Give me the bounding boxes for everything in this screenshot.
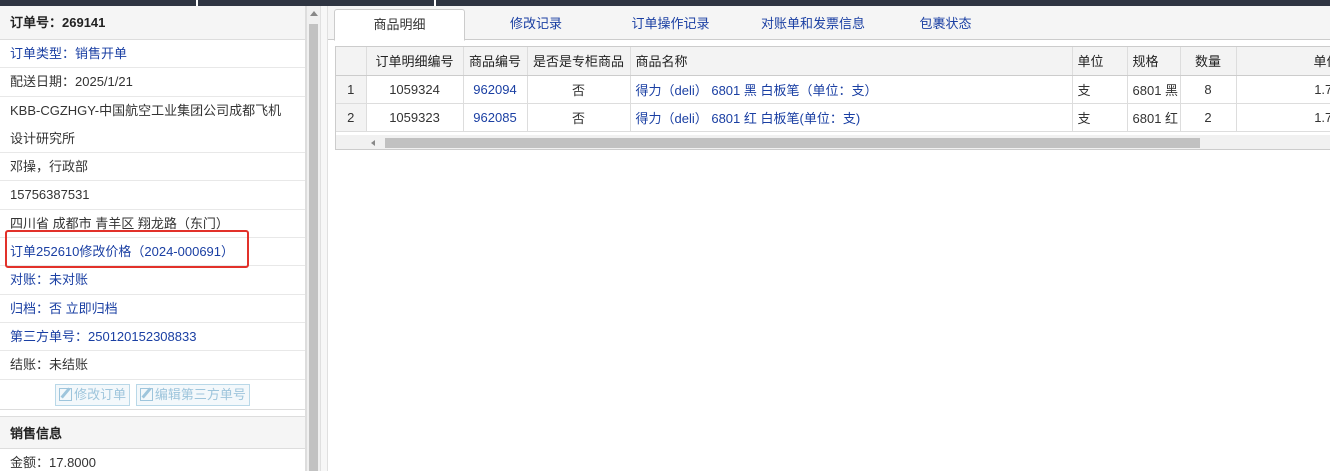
detail-id: 1059324 (366, 75, 464, 104)
product-name-link[interactable]: 得力（deli） 6801 红 白板笔(单位：支) (630, 103, 1073, 132)
third-party-order-number[interactable]: 第三方单号：250120152308833 (0, 323, 305, 352)
row-index: 2 (336, 103, 367, 132)
product-id-link[interactable]: 962085 (463, 103, 528, 132)
product-id-link[interactable]: 962094 (463, 75, 528, 104)
table-row[interactable]: 1 1059324 962094 否 得力（deli） 6801 黑 白板笔（单… (336, 75, 1330, 104)
spec: 6801 黑 (1127, 75, 1181, 104)
col-header-detail-id[interactable]: 订单明细编号 (366, 47, 464, 76)
col-header-unit-price[interactable]: 单价 (1236, 47, 1330, 76)
col-header-unit[interactable]: 单位 (1072, 47, 1128, 76)
tab-item-details[interactable]: 商品明细 (334, 9, 465, 41)
product-name-link[interactable]: 得力（deli） 6801 黑 白板笔（单位：支） (630, 75, 1073, 104)
tab-package-status[interactable]: 包裹状态 (903, 9, 988, 40)
highlight-box (5, 230, 249, 268)
table-header-row: 订单明细编号 商品编号 是否是专柜商品 商品名称 单位 规格 数量 单价 (336, 47, 1330, 76)
table-row[interactable]: 2 1059323 962085 否 得力（deli） 6801 红 白板笔(单… (336, 103, 1330, 132)
col-header-spec[interactable]: 规格 (1127, 47, 1181, 76)
horizontal-scrollbar[interactable] (336, 135, 1330, 149)
panel-splitter[interactable] (320, 6, 328, 471)
order-items-table: 订单明细编号 商品编号 是否是专柜商品 商品名称 单位 规格 数量 单价 1 1… (336, 47, 1330, 132)
edit-third-party-button[interactable]: 编辑第三方单号 (135, 383, 250, 406)
unit-price: 1.78 (1236, 103, 1330, 132)
order-actions: 修改订单 编辑第三方单号 (0, 380, 305, 410)
quantity: 8 (1180, 75, 1237, 104)
sales-info-title: 销售信息 (0, 415, 305, 449)
contact-phone: 15756387531 (0, 181, 305, 210)
counter-product: 否 (527, 103, 631, 132)
order-type[interactable]: 订单类型：销售开单 (0, 40, 305, 69)
archive-status[interactable]: 归档：否 立即归档 (0, 295, 305, 323)
tab-bar: 商品明细 修改记录 订单操作记录 对账单和发票信息 包裹状态 (328, 6, 1330, 41)
tab-operation-records[interactable]: 订单操作记录 (618, 9, 723, 40)
edit-order-label: 修改订单 (74, 386, 127, 402)
edit-order-button[interactable]: 修改订单 (55, 383, 131, 406)
edit-third-party-label: 编辑第三方单号 (154, 386, 246, 402)
contact-person: 邓操，行政部 (0, 153, 305, 182)
unit-price: 1.78 (1236, 75, 1330, 104)
tab-statements-invoices[interactable]: 对账单和发票信息 (743, 9, 883, 40)
col-header-quantity[interactable]: 数量 (1180, 47, 1237, 76)
scroll-up-icon[interactable] (310, 11, 318, 16)
sales-amount: 金额：17.8000 (0, 449, 305, 471)
edit-icon (139, 387, 153, 401)
horizontal-scroll-thumb[interactable] (385, 138, 1200, 148)
col-header-product-name[interactable]: 商品名称 (630, 47, 1073, 76)
counter-product: 否 (527, 75, 631, 104)
reconciliation-status[interactable]: 对账：未对账 (0, 266, 305, 295)
customer-name-cont: 设计研究所 (0, 125, 305, 154)
edit-icon (59, 387, 73, 401)
order-number-title: 订单号：269141 (0, 6, 305, 40)
detail-panel: 商品明细 修改记录 订单操作记录 对账单和发票信息 包裹状态 订单明细编号 商品… (328, 6, 1330, 471)
col-header-counter-product[interactable]: 是否是专柜商品 (527, 47, 631, 76)
row-index: 1 (336, 75, 367, 104)
customer-name: KBB-CGZHGY-中国航空工业集团公司成都飞机 (10, 102, 282, 118)
order-items-grid: 订单明细编号 商品编号 是否是专柜商品 商品名称 单位 规格 数量 单价 1 1… (335, 46, 1330, 150)
left-scrollbar[interactable] (306, 6, 320, 471)
detail-id: 1059323 (366, 103, 464, 132)
tab-edit-records[interactable]: 修改记录 (488, 9, 584, 40)
settlement-status: 结账：未结账 (0, 351, 305, 380)
unit: 支 (1072, 75, 1128, 104)
col-header-index (336, 47, 367, 76)
spec: 6801 红 (1127, 103, 1181, 132)
quantity: 2 (1180, 103, 1237, 132)
scroll-thumb[interactable] (309, 24, 318, 471)
scroll-left-icon[interactable] (371, 140, 375, 146)
delivery-date: 配送日期：2025/1/21 (0, 68, 305, 97)
unit: 支 (1072, 103, 1128, 132)
col-header-product-id[interactable]: 商品编号 (463, 47, 528, 76)
